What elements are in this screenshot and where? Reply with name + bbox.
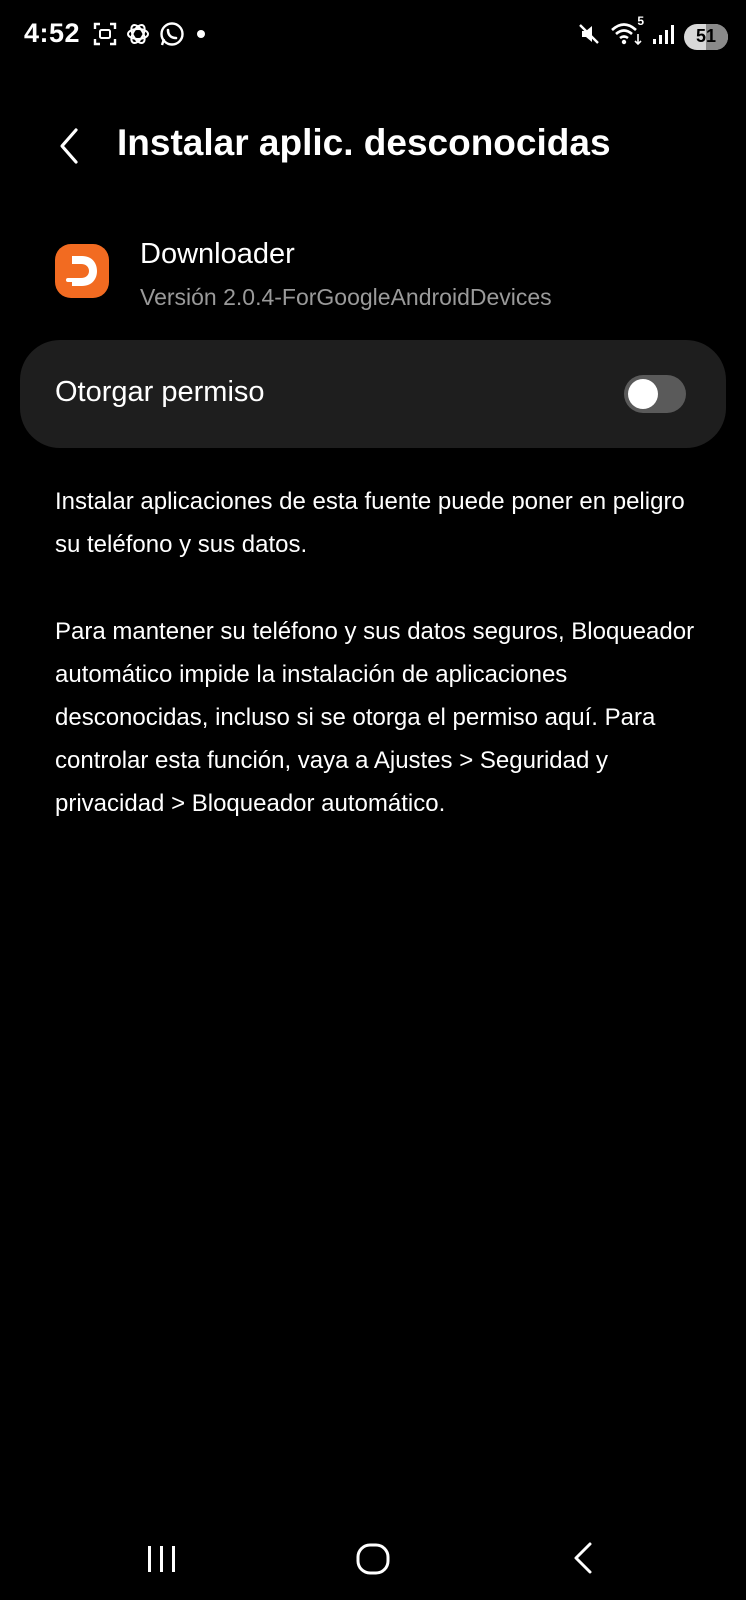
home-icon bbox=[356, 1543, 390, 1575]
battery-level: 51 bbox=[695, 26, 717, 46]
network-type-label: 5 bbox=[637, 14, 644, 28]
home-button[interactable] bbox=[355, 1542, 391, 1581]
signal-icon bbox=[652, 22, 676, 51]
warning-text: Instalar aplicaciones de esta fuente pue… bbox=[55, 488, 685, 558]
screen-recorder-icon bbox=[92, 21, 118, 47]
recents-button[interactable] bbox=[145, 1544, 179, 1579]
mute-icon bbox=[576, 21, 602, 52]
downloader-app-icon bbox=[55, 244, 109, 298]
auto-blocker-info-text: Para mantener su teléfono y sus datos se… bbox=[55, 618, 695, 817]
app-bar: Instalar aplic. desconocidas bbox=[0, 110, 746, 180]
nav-back-button[interactable] bbox=[568, 1540, 598, 1581]
status-system-icons: 5 51 bbox=[576, 14, 728, 53]
notification-dot-icon bbox=[192, 25, 210, 43]
grant-permission-toggle[interactable] bbox=[624, 375, 686, 413]
battery-icon: 51 bbox=[684, 23, 728, 50]
app-name: Downloader bbox=[140, 238, 295, 270]
page-title: Instalar aplic. desconocidas bbox=[117, 122, 611, 163]
back-button[interactable] bbox=[50, 124, 90, 168]
grant-permission-label: Otorgar permiso bbox=[55, 376, 265, 408]
wifi-icon: 5 bbox=[610, 14, 644, 53]
grant-permission-row[interactable]: Otorgar permiso bbox=[20, 340, 726, 448]
status-bar: 4:52 5 51 bbox=[0, 0, 746, 72]
chevron-left-icon bbox=[60, 128, 78, 164]
status-notification-icons bbox=[92, 20, 210, 48]
app-version: Versión 2.0.4-ForGoogleAndroidDevices bbox=[140, 284, 552, 310]
recents-icon bbox=[148, 1546, 175, 1572]
status-time: 4:52 bbox=[24, 18, 81, 48]
back-icon bbox=[574, 1542, 592, 1574]
navigation-bar bbox=[0, 1520, 746, 1590]
toggle-knob bbox=[628, 379, 658, 409]
openai-icon bbox=[124, 20, 152, 48]
whatsapp-icon bbox=[158, 20, 186, 48]
